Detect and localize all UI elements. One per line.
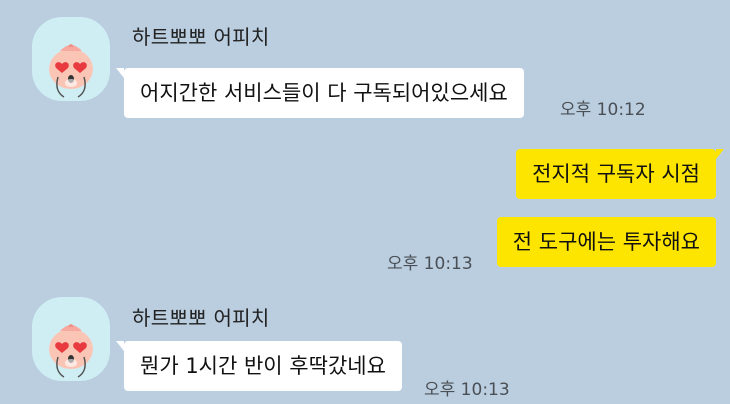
sender-name: 하트뽀뽀 어피치 xyxy=(132,306,270,330)
apeach-heart-eyes-avatar-icon[interactable] xyxy=(32,17,110,101)
chat-room: 하트뽀뽀 어피치 어지간한 서비스들이 다 구독되어있으세요 오후 10:12 … xyxy=(0,0,730,404)
apeach-heart-eyes-avatar-icon[interactable] xyxy=(32,297,110,381)
sender-name: 하트뽀뽀 어피치 xyxy=(132,25,270,49)
message-time: 오후 10:13 xyxy=(424,380,510,400)
message-bubble[interactable]: 전지적 구독자 시점 xyxy=(516,149,724,199)
message-time: 오후 10:13 xyxy=(387,254,473,274)
message-time: 오후 10:12 xyxy=(560,100,646,120)
message-bubble[interactable]: 뭔가 1시간 반이 후딱갔네요 xyxy=(116,341,402,391)
message-bubble[interactable]: 어지간한 서비스들이 다 구독되어있으세요 xyxy=(116,68,524,118)
message-bubble[interactable]: 전 도구에는 투자해요 xyxy=(496,217,716,267)
